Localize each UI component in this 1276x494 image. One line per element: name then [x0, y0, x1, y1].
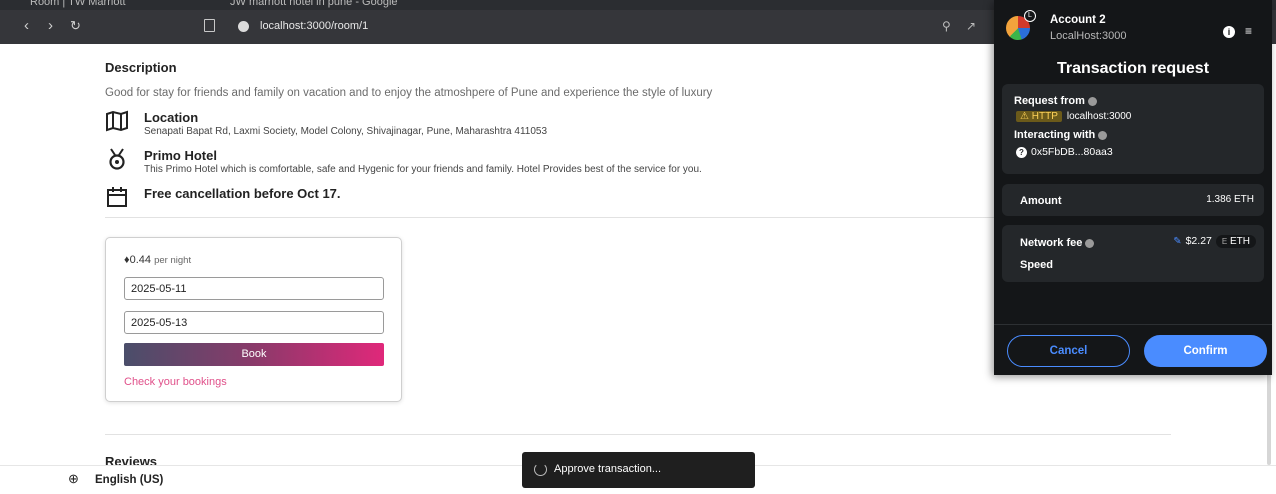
amount-value: 1.386 ETH	[1206, 194, 1254, 205]
map-icon	[106, 110, 128, 132]
question-icon: ?	[1016, 147, 1027, 158]
address-bar[interactable]: localhost:3000/room/1 ⚲ ↗	[200, 16, 1000, 38]
transaction-request-title: Transaction request	[1056, 60, 1210, 77]
confirm-button[interactable]: Confirm	[1144, 335, 1267, 367]
feature-subtitle: This Primo Hotel which is comfortable, s…	[144, 164, 702, 175]
settings-sliders-icon[interactable]: ≡	[1245, 24, 1252, 38]
feature-title: Primo Hotel	[144, 148, 217, 163]
per-night-label: per night	[154, 255, 192, 266]
tab-google-search[interactable]: JW marriott hotel in pune - Google	[230, 0, 398, 8]
description-heading: Description	[105, 60, 177, 75]
site-info-icon[interactable]	[238, 21, 249, 32]
account-host: LocalHost:3000	[1050, 30, 1127, 42]
globe-icon: ⊕	[68, 471, 79, 486]
url-text: localhost:3000/room/1	[260, 20, 369, 32]
booking-card: ♦0.44 per night 2025-05-11 2025-05-13 Bo…	[105, 237, 402, 402]
scrollbar[interactable]	[1267, 370, 1271, 465]
account-badge: L	[1024, 10, 1036, 22]
bookmark-icon[interactable]	[204, 19, 215, 32]
account-name[interactable]: Account 2	[1050, 14, 1106, 26]
back-icon[interactable]: ‹	[24, 18, 29, 34]
cancel-button[interactable]: Cancel	[1007, 335, 1130, 367]
price-value: 0.44	[129, 254, 152, 266]
checkin-date-input[interactable]: 2025-05-11	[124, 277, 384, 300]
help-icon[interactable]	[1085, 238, 1095, 248]
edit-pencil-icon[interactable]: ✎	[1173, 236, 1181, 247]
tab-room[interactable]: Room | TW Marriott	[30, 0, 126, 8]
approve-transaction-toast: Approve transaction...	[522, 452, 755, 488]
share-icon[interactable]: ↗	[966, 19, 976, 33]
language-selector[interactable]: English (US)	[95, 474, 163, 486]
request-from-label: Request from	[1014, 95, 1097, 107]
eth-chip: E ETH	[1215, 235, 1256, 248]
network-fee-value[interactable]: ✎ $2.27 E ETH	[1173, 235, 1256, 248]
medal-icon	[109, 148, 125, 170]
request-origin: ⚠ HTTP localhost:3000	[1016, 111, 1131, 122]
interacting-with-label: Interacting with	[1014, 129, 1108, 141]
help-icon[interactable]	[1098, 130, 1108, 140]
network-fee-label: Network fee	[1020, 237, 1095, 249]
amount-panel: Amount 1.386 ETH	[1002, 184, 1264, 216]
http-warning-badge: ⚠ HTTP	[1016, 111, 1062, 122]
info-icon[interactable]: i	[1223, 26, 1235, 38]
feature-title: Location	[144, 110, 199, 125]
amount-label: Amount	[1020, 195, 1062, 207]
help-icon[interactable]	[1087, 96, 1097, 106]
zoom-icon[interactable]: ⚲	[942, 19, 951, 33]
checkout-date-input[interactable]: 2025-05-13	[124, 311, 384, 334]
request-host: localhost:3000	[1066, 111, 1132, 122]
price-per-night: ♦0.44 per night	[124, 254, 191, 266]
feature-subtitle: Senapati Bapat Rd, Laxmi Society, Model …	[144, 126, 548, 137]
toast-text: Approve transaction...	[554, 463, 662, 475]
calendar-icon	[107, 187, 127, 207]
request-info-panel: Request from ⚠ HTTP localhost:3000 Intera…	[1002, 84, 1264, 174]
spinner-icon	[534, 463, 547, 476]
network-fee-panel: Network fee ✎ $2.27 E ETH Speed	[1002, 225, 1264, 282]
book-button[interactable]: Book	[124, 343, 384, 366]
divider	[105, 434, 1171, 435]
reload-icon[interactable]: ↻	[70, 18, 81, 34]
check-bookings-link[interactable]: Check your bookings	[124, 376, 227, 388]
forward-icon[interactable]: ›	[48, 18, 53, 34]
speed-label: Speed	[1020, 259, 1054, 271]
metamask-popup: L Account 2 LocalHost:3000 i ≡ Transacti…	[994, 0, 1272, 375]
contract-address[interactable]: ? 0x5FbDB...80aa3	[1016, 146, 1113, 158]
divider	[994, 324, 1272, 325]
feature-title: Free cancellation before Oct 17.	[144, 186, 341, 201]
description-text: Good for stay for friends and family on …	[105, 87, 713, 99]
